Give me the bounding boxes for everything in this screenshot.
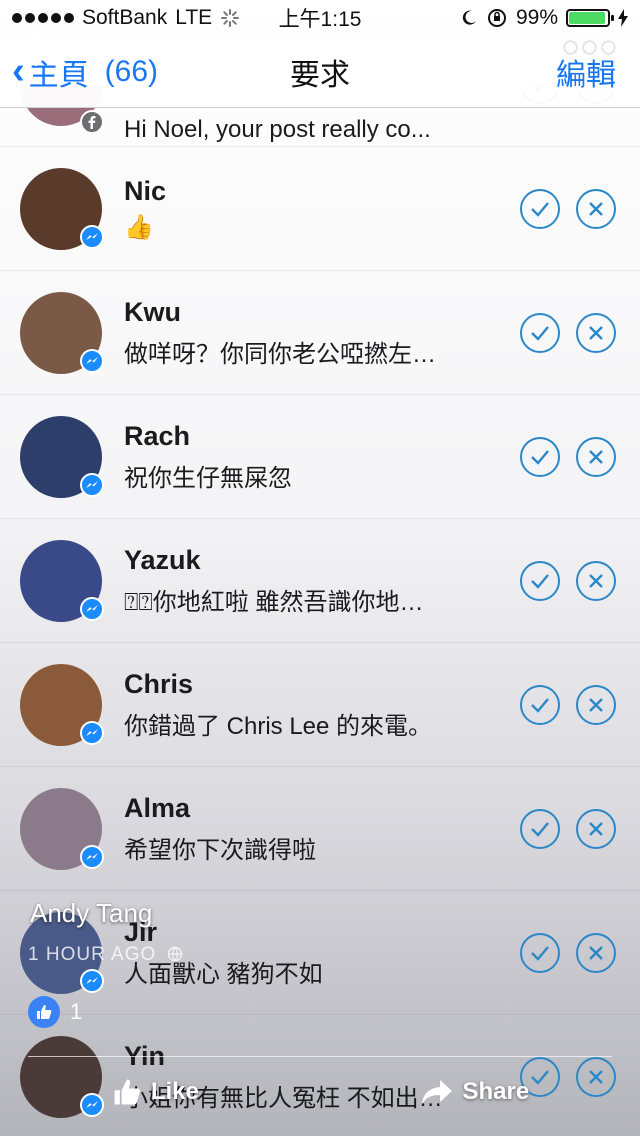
messenger-icon: [80, 597, 104, 621]
message-preview: 人面獸心 豬狗不如: [124, 960, 323, 988]
message-preview: ⍰⍰你地紅啦 雖然吾識你地…: [124, 588, 424, 616]
contact-name: Alma: [124, 792, 191, 823]
facebook-icon: [80, 110, 104, 134]
message-preview: 你錯過了 Chris Lee 的來電。: [124, 712, 433, 740]
messenger-icon: [80, 1093, 104, 1117]
request-count: (66): [104, 54, 159, 88]
list-item[interactable]: Yin 小姐你有無比人冤枉 不如出…: [0, 1015, 640, 1136]
decline-button[interactable]: [576, 436, 616, 477]
like-button[interactable]: Like: [111, 1076, 199, 1108]
list-item[interactable]: Rach 祝你生仔無屎忽: [0, 395, 640, 519]
status-time: 上午1:15: [278, 8, 362, 31]
message-preview: 祝你生仔無屎忽: [124, 464, 292, 492]
message-preview: 做咩呀？你同你老公啞撚左…: [124, 340, 436, 368]
contact-name: Rach: [124, 420, 191, 451]
edit-button[interactable]: 編輯: [556, 50, 616, 94]
list-item[interactable]: Yazuk ⍰⍰你地紅啦 雖然吾識你地…: [0, 519, 640, 643]
x-icon: [589, 697, 603, 712]
accept-button[interactable]: [520, 808, 560, 849]
screen: SoftBank LTE 上午1:15 99% ‹ 主頁 (66) 要求 編輯 …: [0, 0, 640, 1136]
decline-button[interactable]: [576, 808, 616, 849]
list-item[interactable]: Chris 你錯過了 Chris Lee 的來電。: [0, 643, 640, 767]
accept-button[interactable]: [520, 188, 560, 229]
contact-name: Nic: [124, 175, 167, 206]
list-item[interactable]: Nic 👍: [0, 147, 640, 271]
check-icon: [531, 821, 549, 837]
message-preview: Hi Noel, your post really co...: [124, 116, 431, 143]
x-icon: [589, 573, 603, 588]
contact-name: Jir: [124, 916, 158, 947]
message-preview: 希望你下次識得啦: [124, 836, 316, 864]
decline-button[interactable]: [576, 932, 616, 973]
messenger-icon: [80, 721, 104, 745]
check-icon: [531, 449, 549, 465]
check-icon: [531, 1069, 549, 1085]
accept-button[interactable]: [520, 312, 560, 353]
check-icon: [531, 945, 549, 961]
message-preview: 👍: [124, 213, 154, 241]
share-arrow-icon: [422, 1080, 453, 1104]
accept-button[interactable]: [520, 932, 560, 973]
x-icon: [589, 1069, 603, 1084]
contact-name: Yazuk: [124, 544, 201, 575]
x-icon: [589, 325, 603, 340]
accept-button[interactable]: [520, 560, 560, 601]
x-icon: [589, 821, 603, 836]
messenger-icon: [80, 225, 104, 249]
messenger-icon: [80, 349, 104, 373]
decline-button[interactable]: [576, 188, 616, 229]
accept-button[interactable]: [520, 684, 560, 725]
x-icon: [589, 201, 603, 216]
check-icon: [531, 325, 549, 341]
check-icon: [531, 201, 549, 217]
battery-icon: [566, 9, 614, 27]
contact-name: Kwu: [124, 296, 181, 327]
request-list: Hi Noel, your post really co... Nic 👍 Kw…: [0, 86, 640, 1136]
more-options-icon[interactable]: [565, 42, 614, 53]
accept-button[interactable]: [520, 436, 560, 477]
decline-button[interactable]: [576, 1056, 616, 1097]
navigation-bar: ‹ 主頁 (66) 要求 編輯: [0, 36, 640, 108]
list-item[interactable]: Alma 希望你下次識得啦: [0, 767, 640, 891]
check-icon: [531, 573, 549, 589]
messenger-icon: [80, 845, 104, 869]
decline-button[interactable]: [576, 684, 616, 725]
decline-button[interactable]: [576, 560, 616, 601]
share-button[interactable]: Share: [420, 1076, 529, 1108]
thumbs-up-icon: [114, 1079, 140, 1105]
poster-name[interactable]: Andy Tang: [30, 898, 152, 929]
messenger-icon: [80, 473, 104, 497]
x-icon: [589, 945, 603, 960]
x-icon: [589, 449, 603, 464]
messenger-icon: [80, 969, 104, 993]
list-item[interactable]: Kwu 做咩呀？你同你老公啞撚左…: [0, 271, 640, 395]
check-icon: [531, 697, 549, 713]
chevron-left-icon: ‹: [12, 50, 25, 92]
close-icon[interactable]: [30, 30, 70, 70]
contact-name: Yin: [124, 1040, 166, 1071]
decline-button[interactable]: [576, 312, 616, 353]
contact-name: Chris: [124, 668, 194, 699]
status-bar: SoftBank LTE 上午1:15 99%: [0, 0, 640, 36]
